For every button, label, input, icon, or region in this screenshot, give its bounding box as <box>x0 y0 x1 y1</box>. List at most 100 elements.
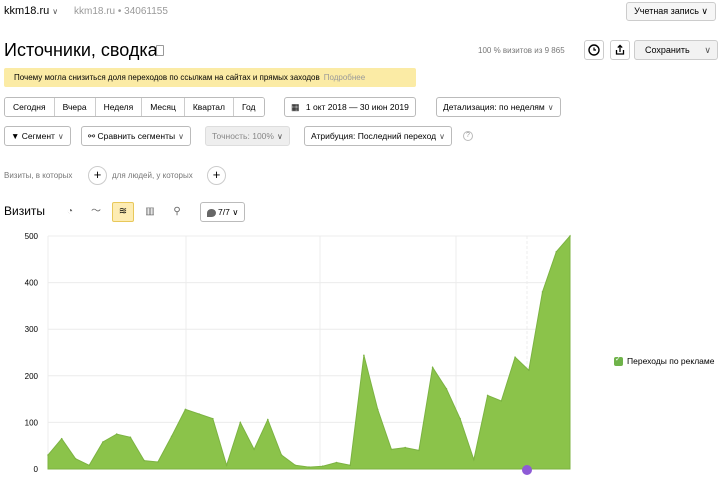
chart-legend[interactable]: Переходы по рекламе <box>614 355 715 367</box>
info-notice: Почему могла снизиться доля переходов по… <box>4 68 416 87</box>
line-icon[interactable]: 〜 <box>85 202 107 222</box>
data-point <box>404 446 407 449</box>
attribution-select[interactable]: Атрибуция: Последний переход ∨ <box>304 126 452 146</box>
bar-icon[interactable]: ▥ <box>139 202 161 222</box>
save-button[interactable]: Сохранить ∨ <box>634 40 718 60</box>
series-count-button[interactable]: 7/7 ∨ <box>200 202 246 222</box>
y-tick-label: 500 <box>25 232 39 241</box>
data-point <box>115 433 118 435</box>
export-button[interactable] <box>610 40 630 60</box>
data-point <box>102 441 104 443</box>
annotation-marker[interactable] <box>522 465 532 475</box>
history-button[interactable] <box>584 40 604 60</box>
chevron-down-icon: ∨ <box>232 207 239 217</box>
clock-icon <box>588 44 600 56</box>
period-quarter[interactable]: Квартал <box>184 98 234 116</box>
data-point <box>225 464 228 467</box>
data-point <box>349 464 352 467</box>
account-button[interactable]: Учетная запись ∨ <box>626 2 716 21</box>
data-point <box>308 466 310 468</box>
data-point <box>280 454 283 456</box>
map-icon[interactable]: ⚲ <box>166 202 188 222</box>
data-point <box>239 421 242 424</box>
data-point <box>321 465 324 467</box>
series-count-label: 7/7 <box>218 207 230 217</box>
period-month[interactable]: Месяц <box>142 98 185 116</box>
chevron-down-icon: ∨ <box>57 132 64 141</box>
site-name: kkm18.ru <box>4 5 50 17</box>
y-tick-label: 400 <box>25 279 39 288</box>
legend-series-label: Переходы по рекламе <box>627 356 715 366</box>
data-point <box>363 354 365 357</box>
compare-icon: ⚯ <box>88 131 96 141</box>
account-label: Учетная запись <box>634 6 699 16</box>
period-year[interactable]: Год <box>233 98 264 116</box>
comment-icon <box>207 208 216 217</box>
data-point <box>184 408 187 411</box>
data-point <box>129 436 132 439</box>
data-point <box>500 400 503 402</box>
date-range-picker[interactable]: ▦ 1 окт 2018 — 30 июн 2019 <box>284 97 416 117</box>
chevron-down-icon: ∨ <box>178 132 184 141</box>
data-point <box>47 454 49 456</box>
y-tick-label: 200 <box>25 372 39 381</box>
page-title: Источники, сводка <box>4 40 158 60</box>
filter-icon: ▼ <box>11 131 20 141</box>
compare-segments-button[interactable]: ⚯ Сравнить сегменты ∨ <box>81 126 191 146</box>
detail-select[interactable]: Детализация: по неделям ∨ <box>436 97 561 117</box>
series-area-fill <box>47 234 571 470</box>
chart-series-area <box>47 234 571 470</box>
help-icon[interactable]: ? <box>463 131 473 141</box>
visits-where-label: Визиты, в которых <box>4 171 73 180</box>
chevron-down-icon: ∨ <box>547 103 554 112</box>
top-bar: kkm18.ru ∨ kkm18.ru • 34061155 Учетная за… <box>0 0 720 24</box>
period-yesterday[interactable]: Вчера <box>54 98 96 116</box>
data-point <box>376 408 379 411</box>
add-visit-condition-button[interactable]: + <box>88 166 107 185</box>
bookmark-icon[interactable] <box>156 45 164 56</box>
counter-info: kkm18.ru • 34061155 <box>74 6 168 17</box>
data-point <box>390 448 393 451</box>
data-point <box>459 417 461 420</box>
data-point <box>143 459 145 462</box>
legend-checkbox[interactable] <box>614 355 623 367</box>
segment-label: Сегмент <box>21 131 55 141</box>
y-axis: 0 100 200 300 400 500 <box>25 232 39 474</box>
data-point <box>335 461 338 464</box>
chevron-down-icon: ∨ <box>439 132 445 141</box>
people-where-label: для людей, у которых <box>112 171 193 180</box>
data-point <box>212 417 214 420</box>
y-tick-label: 0 <box>34 465 39 474</box>
data-point <box>555 251 558 253</box>
data-point <box>253 448 255 451</box>
data-point <box>473 458 475 461</box>
data-point <box>267 418 269 421</box>
data-point <box>60 437 63 440</box>
comment-marker-icon <box>522 465 532 475</box>
add-people-condition-button[interactable]: + <box>207 166 226 185</box>
more-link[interactable]: Подробнее <box>324 73 366 82</box>
data-point <box>569 235 571 237</box>
data-point <box>486 394 489 397</box>
compare-label: Сравнить сегменты <box>97 131 176 141</box>
accuracy-label: Точность: 100% <box>212 131 274 141</box>
segment-button[interactable]: ▼ Сегмент ∨ <box>4 126 71 146</box>
data-point <box>431 366 434 369</box>
chevron-down-icon: ∨ <box>701 6 708 16</box>
data-point <box>294 464 297 467</box>
area-icon[interactable]: ≋ <box>112 202 134 222</box>
accuracy-select[interactable]: Точность: 100% ∨ <box>205 126 290 146</box>
pie-icon[interactable]: ◔ <box>59 202 81 222</box>
chevron-down-icon: ∨ <box>52 7 59 16</box>
period-selector: Сегодня Вчера Неделя Месяц Квартал Год <box>4 97 265 117</box>
y-tick-label: 300 <box>25 325 39 334</box>
data-point <box>198 413 200 415</box>
upload-icon <box>615 44 625 55</box>
data-point <box>528 369 530 371</box>
visits-share: 100 % визитов из 9 865 <box>478 46 565 55</box>
chart-title: Визиты <box>4 204 46 218</box>
period-week[interactable]: Неделя <box>95 98 143 116</box>
period-today[interactable]: Сегодня <box>5 98 55 116</box>
data-point <box>445 388 448 390</box>
site-selector[interactable]: kkm18.ru ∨ <box>4 5 58 17</box>
